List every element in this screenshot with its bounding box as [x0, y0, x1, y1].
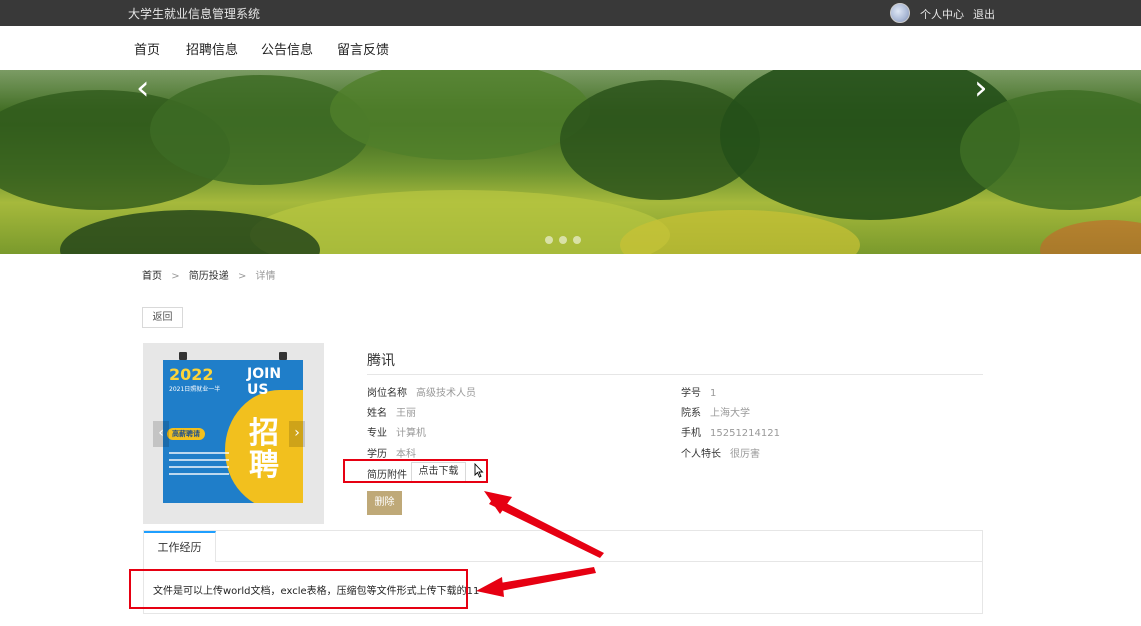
arrow-to-download-icon: [484, 491, 604, 558]
arrow-to-content-icon: [476, 567, 596, 597]
annotation-arrows: [476, 491, 604, 597]
